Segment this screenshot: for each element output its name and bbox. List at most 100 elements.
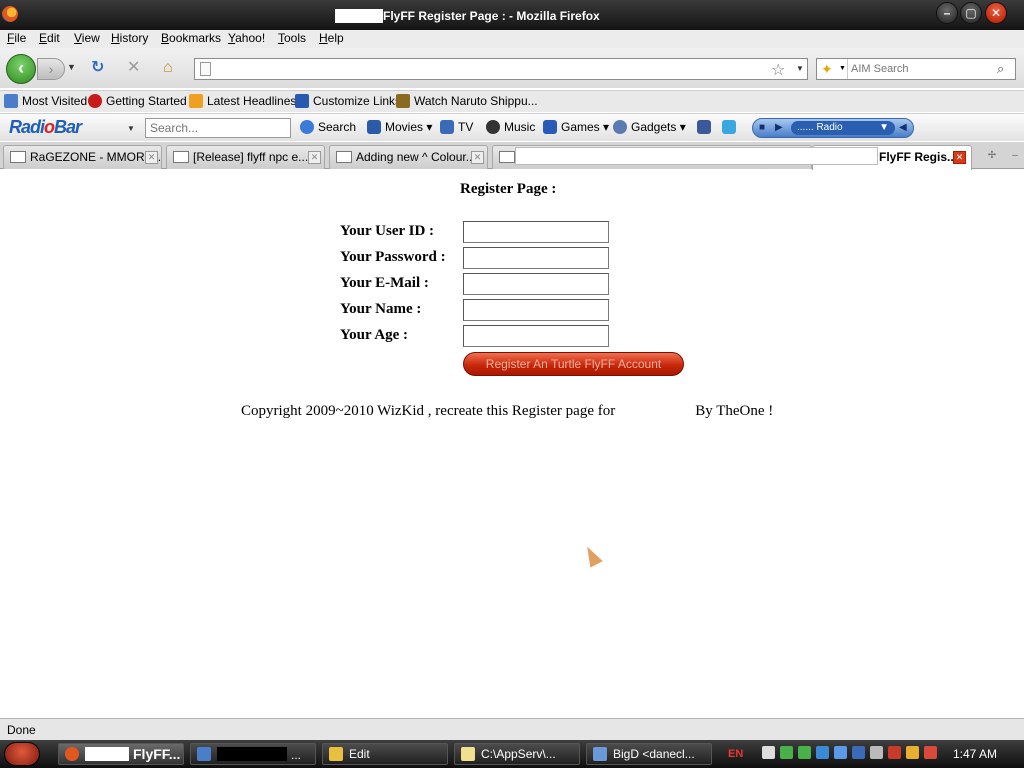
calendar-icon[interactable]: [762, 746, 775, 759]
radiobar-movies[interactable]: Movies ▾: [367, 120, 432, 134]
msn-icon: [295, 94, 309, 108]
tray-network-icon[interactable]: [834, 746, 847, 759]
radiobar-tv[interactable]: TV: [440, 120, 473, 134]
search-icon[interactable]: ⌕: [997, 61, 1004, 77]
tab-ragezone[interactable]: RaGEZONE - MMORP... ✕: [3, 145, 162, 169]
title-redaction: [335, 9, 383, 23]
radiobar-search-button[interactable]: Search: [300, 120, 356, 134]
back-arrow-icon[interactable]: ‹: [6, 54, 36, 84]
tab-close-icon[interactable]: ✕: [145, 151, 158, 164]
password-input[interactable]: [463, 247, 609, 269]
radio-player: ■ ▶ ...... Radio ▼ ◀: [752, 118, 914, 138]
tray-app-icon[interactable]: [924, 746, 937, 759]
gadgets-icon: [613, 120, 627, 134]
reload-icon[interactable]: ↻: [91, 60, 104, 76]
bookmark-latest-headlines[interactable]: Latest Headlines: [189, 94, 296, 108]
new-tab-icon[interactable]: ✢: [983, 148, 1001, 164]
network-icon: [197, 747, 211, 761]
bookmark-getting-started[interactable]: Getting Started: [88, 94, 187, 108]
bookmark-customize-links[interactable]: Customize Links: [295, 94, 401, 108]
tab-close-icon[interactable]: ✕: [308, 151, 321, 164]
tray-user-icon[interactable]: [780, 746, 793, 759]
radiobar-search-input[interactable]: [145, 118, 291, 138]
tray-user-icon[interactable]: [798, 746, 811, 759]
history-dropdown-icon[interactable]: ▼: [67, 62, 76, 72]
tray-app-icon[interactable]: [852, 746, 865, 759]
list-tabs-icon[interactable]: –: [1006, 148, 1024, 164]
tray-app-icon[interactable]: [888, 746, 901, 759]
task-appserv[interactable]: C:\AppServ\...: [454, 743, 580, 765]
task-bigd[interactable]: BigD <danecl...: [586, 743, 712, 765]
start-button[interactable]: [4, 742, 40, 766]
window-title: FlyFF Register Page : - Mozilla Firefox: [383, 9, 600, 23]
most-visited-icon: [4, 94, 18, 108]
search-separator: [847, 59, 848, 79]
radiobar-toolbar: RadioBar ▼ Search Movies ▾ TV Music Game…: [0, 113, 1024, 141]
name-input[interactable]: [463, 299, 609, 321]
close-window-button[interactable]: ✕: [985, 2, 1007, 24]
stop-radio-icon[interactable]: ■: [759, 122, 765, 133]
tab-adding-colour[interactable]: Adding new ^ Colour... ✕: [329, 145, 488, 169]
language-indicator[interactable]: EN: [728, 748, 743, 760]
engine-dropdown-icon[interactable]: ▼: [839, 65, 846, 72]
maximize-button[interactable]: ▢: [960, 2, 982, 24]
register-button[interactable]: Register An Turtle FlyFF Account: [463, 352, 684, 376]
menu-yahoo[interactable]: Yahoo!: [228, 31, 265, 45]
volume-icon[interactable]: [870, 746, 883, 759]
forward-arrow-icon[interactable]: ›: [37, 58, 65, 80]
bookmark-most-visited[interactable]: Most Visited: [4, 94, 87, 108]
taskbar-clock[interactable]: 1:47 AM: [953, 747, 997, 761]
naruto-icon: [396, 94, 410, 108]
task-network[interactable]: ...: [190, 743, 316, 765]
tab-release-flyff[interactable]: [Release] flyff npc e... ✕: [166, 145, 325, 169]
radiobar-games[interactable]: Games ▾: [543, 120, 609, 134]
aim-engine-icon[interactable]: ✦: [821, 61, 833, 78]
tray-app-icon[interactable]: [816, 746, 829, 759]
firefox-icon[interactable]: [2, 6, 18, 22]
menu-help[interactable]: Help: [319, 31, 344, 45]
radiobar-music[interactable]: Music: [486, 120, 535, 134]
copyright-text: Copyright 2009~2010 WizKid , recreate th…: [241, 403, 774, 419]
age-input[interactable]: [463, 325, 609, 347]
tab-favicon: [173, 151, 189, 163]
star-icon[interactable]: ☆: [771, 60, 785, 80]
stop-icon[interactable]: ✕: [127, 60, 140, 76]
web-search-input[interactable]: [851, 61, 991, 77]
minimize-button[interactable]: –: [936, 2, 958, 24]
tray-app-icon[interactable]: [906, 746, 919, 759]
bookmark-watch-naruto[interactable]: Watch Naruto Shippu...: [396, 94, 538, 108]
menu-edit[interactable]: Edit: [39, 31, 60, 45]
menu-history[interactable]: History: [111, 31, 148, 45]
menu-bookmarks[interactable]: Bookmarks: [161, 31, 221, 45]
email-input[interactable]: [463, 273, 609, 295]
tab-close-icon[interactable]: ✕: [953, 151, 966, 164]
tab-favicon: [336, 151, 352, 163]
menu-file[interactable]: File: [7, 31, 26, 45]
url-dropdown-icon[interactable]: ▼: [796, 64, 804, 73]
page-title: Register Page :: [460, 181, 557, 197]
url-input[interactable]: [219, 61, 699, 77]
url-bar[interactable]: ☆ ▼: [194, 58, 808, 80]
web-search-box[interactable]: ✦ ▼ ⌕: [816, 58, 1016, 80]
task-firefox[interactable]: FlyFF...: [58, 743, 184, 765]
radiobar-logo[interactable]: RadioBar: [9, 117, 82, 138]
facebook-icon[interactable]: [697, 120, 715, 134]
getting-started-icon: [88, 94, 102, 108]
volume-icon[interactable]: ◀: [899, 122, 907, 133]
radiobar-menu-dropdown-icon[interactable]: ▼: [127, 124, 135, 133]
menu-bar: File Edit View History Bookmarks Yahoo! …: [0, 30, 1024, 48]
play-radio-icon[interactable]: ▶: [775, 122, 783, 133]
tab-favicon: [499, 151, 515, 163]
tab-close-icon[interactable]: ✕: [471, 151, 484, 164]
user-id-input[interactable]: [463, 221, 609, 243]
notepad-icon: [461, 747, 475, 761]
firefox-icon: [65, 747, 79, 761]
radiobar-gadgets[interactable]: Gadgets ▾: [613, 120, 686, 134]
home-icon[interactable]: ⌂: [163, 60, 173, 76]
radio-station-select[interactable]: ...... Radio ▼: [791, 121, 895, 135]
windows-taskbar: FlyFF... ... Edit C:\AppServ\... BigD <d…: [0, 740, 1024, 768]
twitter-icon[interactable]: [722, 120, 740, 134]
task-edit[interactable]: Edit: [322, 743, 448, 765]
menu-view[interactable]: View: [74, 31, 100, 45]
menu-tools[interactable]: Tools: [278, 31, 306, 45]
